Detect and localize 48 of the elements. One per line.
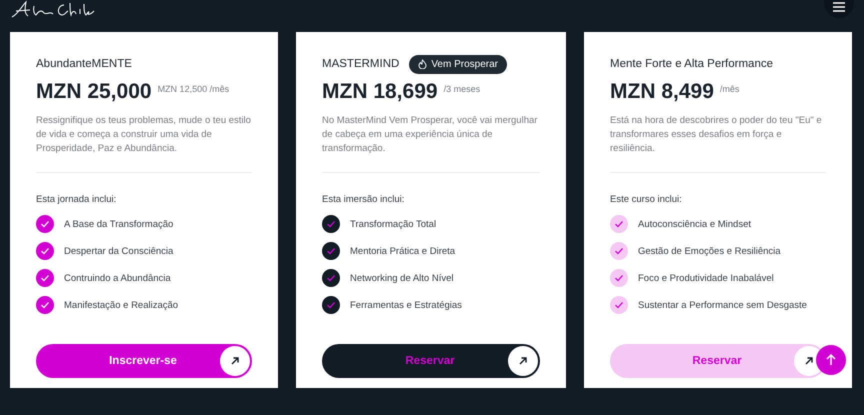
price-period: /3 meses — [444, 84, 480, 94]
plan-price: MZN 8,499 — [610, 80, 714, 104]
arrow-icon — [230, 356, 240, 366]
includes-label: Este curso inclui: — [610, 194, 683, 205]
plan-title: AbundanteMENTE — [36, 58, 132, 70]
arrow-icon — [804, 356, 814, 366]
check-icon — [322, 269, 340, 287]
feature-text: Mentoria Prática e Direta — [350, 246, 456, 256]
plan-price: MZN 18,699 — [322, 80, 438, 104]
arrow-icon — [518, 356, 528, 366]
plan-description: Está na hora de descobrires o poder do teu "Eu" e transformares esses desafios em força e resiliência. — [610, 114, 823, 156]
cta-button[interactable]: Reservar — [322, 344, 540, 378]
feature-text: Transformação Total — [350, 218, 436, 230]
check-icon — [36, 269, 54, 287]
feature-text: Ferramentas e Estratégias — [350, 300, 462, 310]
check-icon — [610, 215, 628, 233]
check-icon — [36, 215, 54, 233]
check-icon — [610, 269, 628, 287]
feature-text: Contruindo a Abundância — [64, 272, 171, 284]
plan-title: Mente Forte e Alta Performance — [610, 58, 773, 70]
menu-icon — [833, 2, 845, 12]
feature-text: Networking de Alto Nível — [350, 272, 454, 284]
price-period: MZN 12,500 /mês — [158, 84, 230, 94]
feature-text: Sustentar a Performance sem Desgaste — [638, 300, 807, 310]
check-icon — [36, 242, 54, 260]
feature-text: Autoconsciência e Mindset — [638, 218, 752, 230]
check-icon — [610, 296, 628, 314]
plan-price: MZN 25,000 — [36, 80, 152, 104]
arrow-up-icon — [825, 354, 837, 366]
plan-description: No MasterMind Vem Prosperar, você vai mergulhar de cabeça em uma experiência única de transformação. — [322, 114, 538, 156]
includes-label: Esta jornada inclui: — [36, 194, 118, 205]
feature-text: Despertar da Consciência — [64, 246, 174, 256]
price-period: /mês — [720, 84, 740, 94]
feature-text: A Base da Transformação — [64, 218, 174, 230]
feature-text: Gestão de Emoções e Resiliência — [638, 246, 781, 256]
badge-text: Vem Prosperar — [431, 58, 498, 70]
plan-title: MASTERMIND — [322, 58, 400, 70]
plan-description: Ressignifique os teus problemas, mude o teu estilo de vida e começa a construir uma vida de Prosperidade, Paz e Abundância. — [36, 114, 252, 156]
check-icon — [322, 215, 340, 233]
check-icon — [322, 296, 340, 314]
check-icon — [610, 242, 628, 260]
cta-button[interactable]: Inscrever-se — [36, 344, 252, 378]
check-icon — [322, 242, 340, 260]
feature-text: Manifestação e Realização — [64, 300, 178, 310]
check-icon — [36, 296, 54, 314]
feature-text: Foco e Produtividade Inabalável — [638, 272, 774, 284]
flame-icon — [418, 59, 428, 69]
includes-label: Esta imersão inclui: — [322, 194, 406, 205]
